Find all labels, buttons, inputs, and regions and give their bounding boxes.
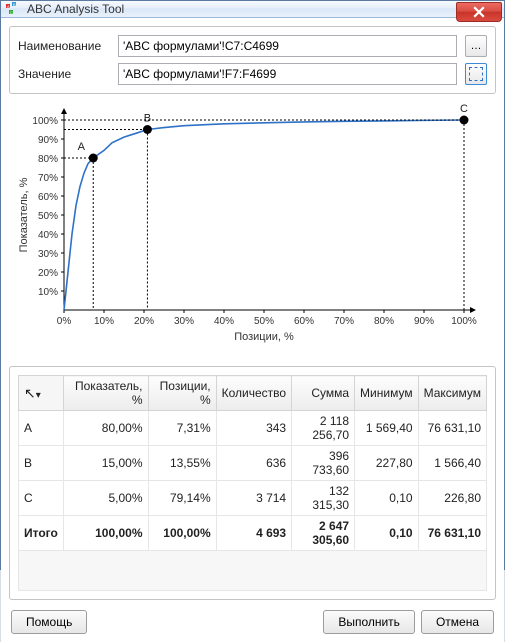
ellipsis-icon: …	[471, 40, 482, 52]
col-header: Сумма	[292, 376, 355, 411]
svg-text:Показатель, %: Показатель, %	[18, 177, 30, 252]
data-cell: 3 714	[216, 481, 291, 516]
svg-text:10%: 10%	[38, 287, 58, 298]
svg-text:C: C	[10, 10, 13, 15]
data-cell: 4 693	[216, 516, 291, 551]
table-row[interactable]: A80,00%7,31%3432 118 256,701 569,4076 63…	[19, 411, 487, 446]
help-button[interactable]: Помощь	[11, 610, 87, 634]
row-label-cell: Итого	[19, 516, 64, 551]
svg-text:B: B	[144, 113, 151, 125]
data-cell: 15,00%	[63, 446, 148, 481]
app-icon: ABC	[5, 1, 21, 17]
value-range-button[interactable]	[465, 63, 487, 85]
titlebar: ABC ABC Analysis Tool	[1, 1, 504, 18]
svg-text:60%: 60%	[294, 316, 314, 327]
svg-text:A: A	[7, 4, 10, 9]
col-header: Количество	[216, 376, 291, 411]
data-cell: 76 631,10	[418, 516, 486, 551]
data-cell: 76 631,10	[418, 411, 486, 446]
svg-text:B: B	[13, 2, 16, 7]
svg-text:80%: 80%	[38, 154, 58, 165]
col-header: Позиции, %	[148, 376, 216, 411]
col-header: Показатель, %	[63, 376, 148, 411]
row-header-col: ↖▾	[19, 376, 64, 411]
svg-text:A: A	[78, 141, 86, 153]
app-window: ABC ABC Analysis Tool Наименование … Зна…	[0, 0, 505, 570]
data-cell: 1 566,40	[418, 446, 486, 481]
footer-buttons: Помощь Выполнить Отмена	[9, 606, 496, 634]
data-cell: 2 118 256,70	[292, 411, 355, 446]
execute-button[interactable]: Выполнить	[323, 610, 415, 634]
svg-text:50%: 50%	[254, 316, 274, 327]
data-cell: 100,00%	[63, 516, 148, 551]
table-total-row[interactable]: Итого100,00%100,00%4 6932 647 305,600,10…	[19, 516, 487, 551]
results-table: ↖▾ Показатель, %Позиции, %КоличествоСумма…	[18, 375, 487, 591]
data-cell: 132 315,30	[292, 481, 355, 516]
svg-text:90%: 90%	[38, 135, 58, 146]
inputs-panel: Наименование … Значение	[9, 26, 496, 94]
svg-text:20%: 20%	[134, 316, 154, 327]
data-cell: 396 733,60	[292, 446, 355, 481]
window-title: ABC Analysis Tool	[27, 2, 124, 16]
data-cell: 226,80	[418, 481, 486, 516]
value-input[interactable]	[118, 63, 457, 85]
table-filler-row	[19, 551, 487, 591]
svg-text:80%: 80%	[374, 316, 394, 327]
svg-text:C: C	[460, 103, 468, 115]
selection-icon	[469, 67, 483, 81]
data-cell: 2 647 305,60	[292, 516, 355, 551]
data-cell: 0,10	[355, 481, 419, 516]
data-cell: 1 569,40	[355, 411, 419, 446]
data-cell: 343	[216, 411, 291, 446]
row-label-cell: A	[19, 411, 64, 446]
data-cell: 636	[216, 446, 291, 481]
name-input[interactable]	[118, 35, 457, 57]
svg-text:30%: 30%	[174, 316, 194, 327]
svg-text:40%: 40%	[214, 316, 234, 327]
col-header: Максимум	[418, 376, 486, 411]
svg-text:Позиции, %: Позиции, %	[234, 331, 294, 343]
svg-text:10%: 10%	[94, 316, 114, 327]
data-cell: 13,55%	[148, 446, 216, 481]
close-icon	[473, 6, 485, 18]
table-row[interactable]: B15,00%13,55%636396 733,60227,801 566,40	[19, 446, 487, 481]
svg-text:100%: 100%	[32, 116, 58, 127]
cancel-button[interactable]: Отмена	[421, 610, 494, 634]
data-cell: 80,00%	[63, 411, 148, 446]
svg-text:30%: 30%	[38, 249, 58, 260]
data-cell: 79,14%	[148, 481, 216, 516]
svg-text:70%: 70%	[334, 316, 354, 327]
svg-text:50%: 50%	[38, 211, 58, 222]
svg-text:60%: 60%	[38, 192, 58, 203]
data-cell: 100,00%	[148, 516, 216, 551]
row-label-cell: C	[19, 481, 64, 516]
results-table-panel: ↖▾ Показатель, %Позиции, %КоличествоСумма…	[9, 366, 496, 600]
data-cell: 5,00%	[63, 481, 148, 516]
data-cell: 0,10	[355, 516, 419, 551]
pareto-chart: 10% 20% 30% 40% 50% 60% 70% 80% 90% 100% 0% 10% 20% 3…	[9, 100, 479, 355]
svg-text:0%: 0%	[57, 316, 72, 327]
svg-text:70%: 70%	[38, 173, 58, 184]
value-label: Значение	[18, 67, 110, 81]
table-row[interactable]: C5,00%79,14%3 714132 315,300,10226,80	[19, 481, 487, 516]
name-range-button[interactable]: …	[465, 35, 487, 57]
svg-text:40%: 40%	[38, 230, 58, 241]
data-cell: 7,31%	[148, 411, 216, 446]
name-label: Наименование	[18, 39, 110, 53]
window-body: Наименование … Значение 10% 20% 30% 40% 50% 6…	[1, 18, 504, 642]
svg-text:100%: 100%	[451, 316, 477, 327]
data-cell: 227,80	[355, 446, 419, 481]
close-button[interactable]	[456, 2, 502, 22]
cursor-icon: ↖▾	[24, 385, 41, 401]
svg-text:20%: 20%	[38, 268, 58, 279]
svg-text:90%: 90%	[414, 316, 434, 327]
row-label-cell: B	[19, 446, 64, 481]
chart-panel: 10% 20% 30% 40% 50% 60% 70% 80% 90% 100% 0% 10% 20% 3…	[9, 100, 496, 360]
col-header: Минимум	[355, 376, 419, 411]
